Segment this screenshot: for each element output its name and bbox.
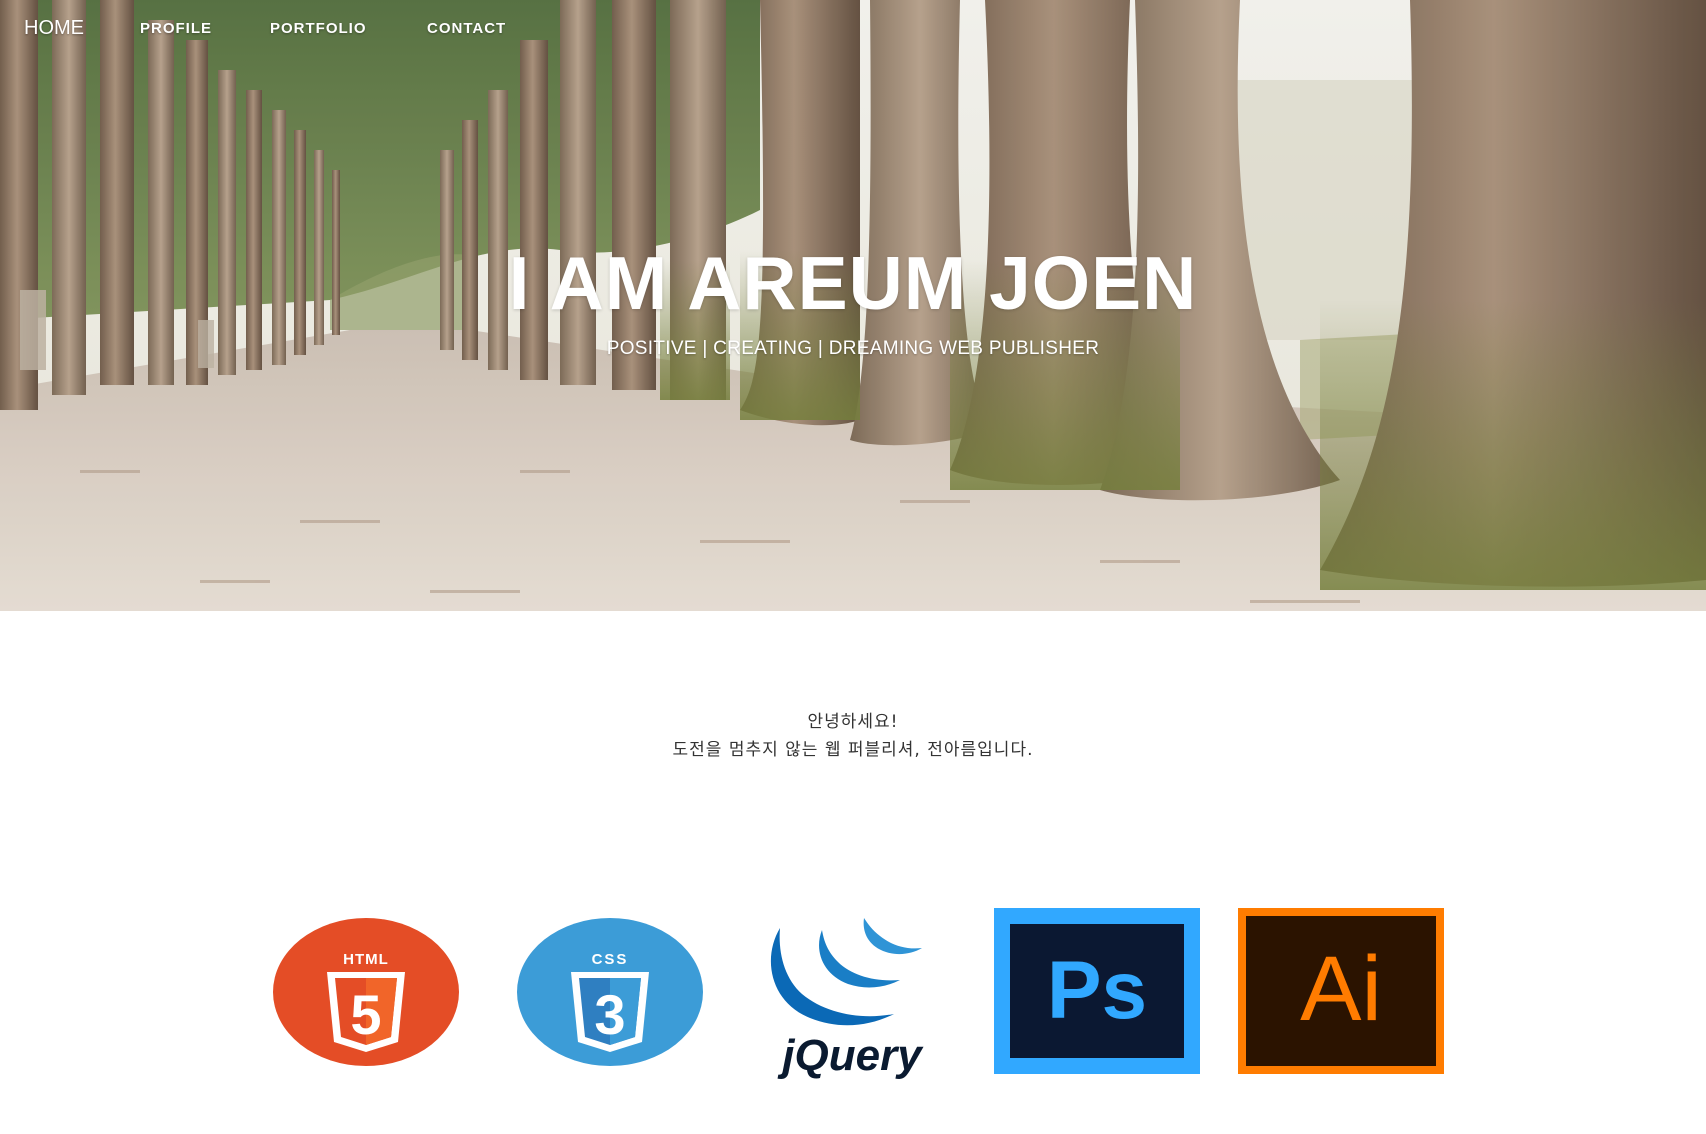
- css3-glyph: 3: [594, 983, 625, 1046]
- skill-css: CSS 3: [517, 918, 703, 1066]
- jquery-logo-text: jQuery: [777, 1031, 924, 1080]
- nav-home-link[interactable]: HOME: [24, 17, 84, 40]
- photoshop-icon: Ps: [994, 908, 1200, 1074]
- nav-contact-link[interactable]: CONTACT: [427, 20, 506, 37]
- css3-badge-text: CSS: [592, 951, 629, 968]
- illustrator-logo-text: Ai: [1300, 938, 1382, 1040]
- illustrator-icon: Ai: [1238, 908, 1444, 1074]
- intro-description: 도전을 멈추지 않는 웹 퍼블리셔, 전아름입니다.: [672, 740, 1034, 760]
- skill-illustrator: Ai: [1238, 908, 1444, 1074]
- nav-profile-link[interactable]: PROFILE: [140, 20, 212, 37]
- intro-greeting: 안녕하세요!: [807, 712, 899, 732]
- nav-portfolio-link[interactable]: PORTFOLIO: [270, 20, 367, 37]
- html5-glyph: 5: [350, 983, 381, 1046]
- hero-title: I AM AREUM JOEN: [508, 241, 1198, 325]
- jquery-icon: jQuery: [770, 918, 924, 1080]
- css3-icon: CSS 3: [517, 918, 703, 1066]
- skill-html: HTML 5: [273, 918, 459, 1066]
- hero-subtitle: POSITIVE | CREATING | DREAMING WEB PUBLI…: [606, 338, 1100, 359]
- html5-badge-text: HTML: [343, 951, 389, 968]
- skill-jquery: jQuery: [752, 910, 952, 1080]
- intro-section: 안녕하세요! 도전을 멈추지 않는 웹 퍼블리셔, 전아름입니다.: [0, 708, 1706, 764]
- hero-section: HOME PROFILE PORTFOLIO CONTACT I AM AREU…: [0, 0, 1706, 611]
- skill-photoshop: Ps: [994, 908, 1200, 1074]
- skills-section: HTML 5 CSS 3 jQuery Ps Ai: [0, 900, 1706, 1080]
- html5-icon: HTML 5: [273, 918, 459, 1066]
- photoshop-logo-text: Ps: [1047, 945, 1147, 1036]
